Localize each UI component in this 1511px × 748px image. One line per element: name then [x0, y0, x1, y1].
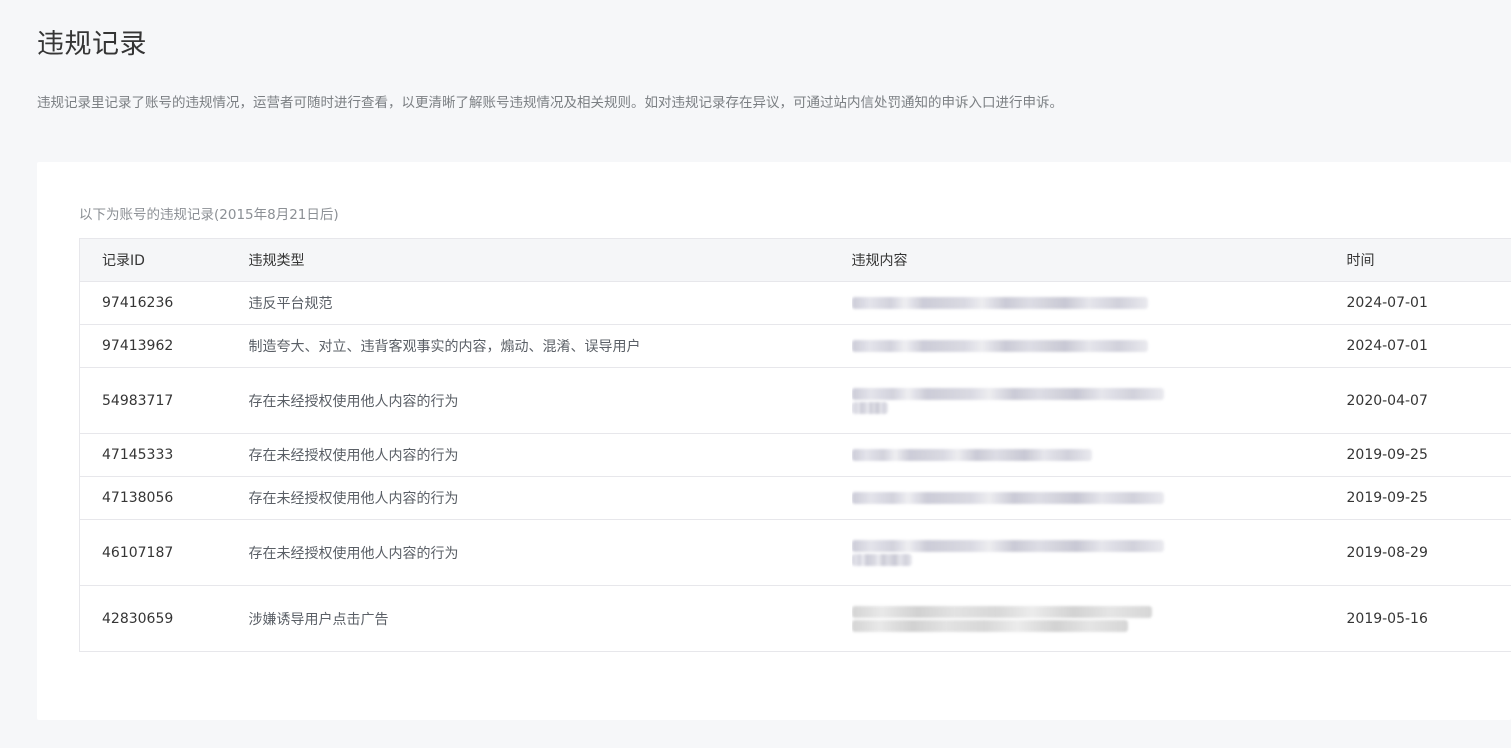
redacted-content: [851, 449, 1347, 461]
table-row: 46107187 存在未经授权使用他人内容的行为 2019-08-29: [79, 519, 1511, 586]
redacted-content: [851, 605, 1347, 632]
redacted-line: [851, 539, 1164, 552]
cell-violation-content-redacted[interactable]: [851, 281, 1347, 325]
redacted-line: [851, 297, 1148, 309]
cell-violation-type: 存在未经授权使用他人内容的行为: [248, 476, 852, 520]
cell-violation-type: 存在未经授权使用他人内容的行为: [248, 367, 852, 434]
table-header-row: 记录ID 违规类型 违规内容 时间: [79, 238, 1511, 282]
redacted-content: [851, 340, 1347, 352]
redacted-line: [851, 553, 912, 566]
table-row: 97413962 制造夸大、对立、违背客观事实的内容，煽动、混淆、误导用户 20…: [79, 324, 1511, 368]
header-time: 时间: [1346, 238, 1511, 282]
cell-violation-content-redacted[interactable]: [851, 585, 1347, 652]
cell-time: 2019-05-16: [1346, 585, 1511, 652]
table-row: 42830659 涉嫌诱导用户点击广告 2019-05-16: [79, 585, 1511, 652]
header-violation-type: 违规类型: [248, 238, 852, 282]
cell-record-id: 47138056: [79, 476, 249, 520]
table-row: 47145333 存在未经授权使用他人内容的行为 2019-09-25: [79, 433, 1511, 477]
redacted-line: [851, 340, 1148, 352]
cell-violation-type: 存在未经授权使用他人内容的行为: [248, 433, 852, 477]
cell-time: 2019-09-25: [1346, 476, 1511, 520]
violation-records-table: 记录ID 违规类型 违规内容 时间 97416236 违反平台规范 2024-0…: [79, 238, 1511, 652]
redacted-line: [851, 387, 1164, 400]
table-row: 54983717 存在未经授权使用他人内容的行为 2020-04-07: [79, 367, 1511, 434]
header-violation-content: 违规内容: [851, 238, 1347, 282]
records-card: 以下为账号的违规记录(2015年8月21日后) 记录ID 违规类型 违规内容 时…: [37, 162, 1511, 720]
cell-record-id: 97413962: [79, 324, 249, 368]
header-record-id: 记录ID: [79, 238, 249, 282]
cell-violation-type: 制造夸大、对立、违背客观事实的内容，煽动、混淆、误导用户: [248, 324, 852, 368]
cell-record-id: 54983717: [79, 367, 249, 434]
cell-violation-type: 涉嫌诱导用户点击广告: [248, 585, 852, 652]
cell-violation-content-redacted[interactable]: [851, 367, 1347, 434]
cell-violation-type: 存在未经授权使用他人内容的行为: [248, 519, 852, 586]
cell-violation-content-redacted[interactable]: [851, 433, 1347, 477]
cell-violation-content-redacted[interactable]: [851, 324, 1347, 368]
redacted-content: [851, 492, 1347, 504]
redacted-line: [851, 619, 1128, 632]
redacted-content: [851, 297, 1347, 309]
cell-time: 2019-08-29: [1346, 519, 1511, 586]
table-caption: 以下为账号的违规记录(2015年8月21日后): [79, 207, 339, 223]
page-title: 违规记录: [37, 29, 147, 60]
cell-violation-content-redacted[interactable]: [851, 519, 1347, 586]
cell-violation-type: 违反平台规范: [248, 281, 852, 325]
cell-record-id: 42830659: [79, 585, 249, 652]
redacted-content: [851, 539, 1347, 566]
redacted-line: [851, 401, 888, 414]
table-row: 47138056 存在未经授权使用他人内容的行为 2019-09-25: [79, 476, 1511, 520]
table-row: 97416236 违反平台规范 2024-07-01: [79, 281, 1511, 325]
cell-time: 2024-07-01: [1346, 324, 1511, 368]
cell-record-id: 97416236: [79, 281, 249, 325]
cell-time: 2020-04-07: [1346, 367, 1511, 434]
page-description: 违规记录里记录了账号的违规情况，运营者可随时进行查看，以更清晰了解账号违规情况及…: [37, 95, 1063, 111]
cell-violation-content-redacted[interactable]: [851, 476, 1347, 520]
cell-time: 2019-09-25: [1346, 433, 1511, 477]
redacted-content: [851, 387, 1347, 414]
cell-record-id: 46107187: [79, 519, 249, 586]
redacted-line: [851, 492, 1164, 504]
cell-record-id: 47145333: [79, 433, 249, 477]
redacted-line: [851, 605, 1152, 618]
redacted-line: [851, 449, 1092, 461]
cell-time: 2024-07-01: [1346, 281, 1511, 325]
